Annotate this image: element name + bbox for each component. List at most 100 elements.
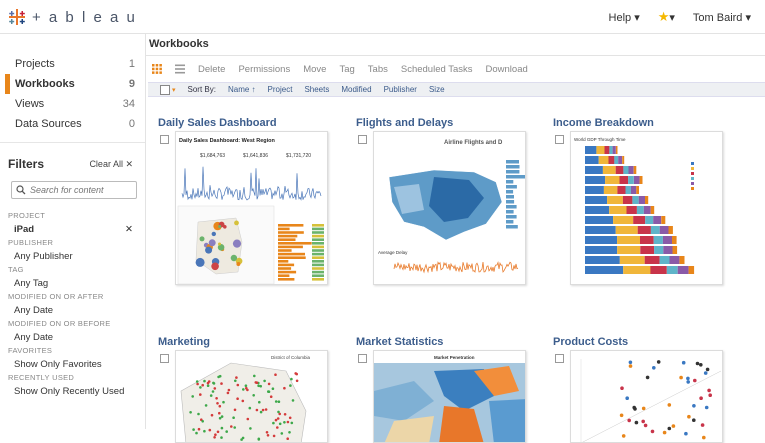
thumb-bar (659, 226, 669, 234)
thumb-bar (659, 256, 670, 264)
tag-button[interactable]: Tag (339, 64, 354, 75)
thumb-dot (230, 254, 238, 262)
thumb-dot (692, 418, 696, 422)
workbook-card-marketing[interactable]: Marketing District of Columbia (158, 336, 328, 443)
thumb-bar (312, 234, 324, 238)
workbook-checkbox[interactable] (160, 354, 169, 363)
favorites-menu[interactable]: ★▾ (658, 9, 675, 25)
search-box[interactable] (11, 181, 137, 199)
thumb-bar (677, 266, 689, 274)
thumb-bar (614, 156, 619, 164)
thumb-dot (199, 236, 205, 242)
thumb-dot (277, 410, 280, 414)
delete-button[interactable]: Delete (198, 64, 225, 75)
filter-modified-after-value[interactable]: Any Date (0, 301, 145, 319)
workbook-thumbnail[interactable]: Daily Sales Dashboard: West Region $1,68… (175, 131, 328, 285)
workbook-thumbnail[interactable]: World GDP Through Time (570, 131, 723, 285)
sort-modified[interactable]: Modified (341, 85, 371, 94)
thumb-bar (609, 146, 613, 154)
download-button[interactable]: Download (486, 64, 528, 75)
thumb-dot (276, 426, 279, 429)
thumb-bar (619, 256, 645, 264)
clear-all-button[interactable]: Clear All ✕ (89, 159, 133, 170)
thumb-dot (628, 360, 633, 365)
filter-project-value[interactable]: iPad ✕ (0, 220, 145, 238)
workbook-title[interactable]: Marketing (158, 336, 328, 350)
grid-view-icon[interactable] (152, 64, 162, 74)
nav-projects[interactable]: Projects 1 (0, 54, 145, 74)
help-menu[interactable]: Help ▾ (609, 11, 640, 24)
workbook-title[interactable]: Flights and Delays (356, 117, 526, 131)
thumb-bar (506, 210, 514, 214)
select-all-checkbox[interactable] (160, 84, 170, 95)
filter-tag-value[interactable]: Any Tag (0, 274, 145, 292)
filter-modified-before-value[interactable]: Any Date (0, 328, 145, 346)
search-input[interactable] (30, 185, 130, 195)
thumb-dot (257, 384, 260, 388)
thumb-dot (671, 424, 676, 428)
thumb-dot (208, 239, 216, 247)
workbook-thumbnail[interactable]: Airline Flights and D Average Delay (373, 131, 526, 285)
permissions-button[interactable]: Permissions (238, 64, 290, 75)
remove-filter-icon[interactable]: ✕ (125, 224, 133, 235)
sort-size[interactable]: Size (429, 85, 445, 94)
thumb-bar (688, 266, 695, 274)
thumb-dot (195, 380, 199, 383)
workbook-card-income[interactable]: Income Breakdown World GDP Through Time (553, 117, 723, 285)
filter-recent-value[interactable]: Show Only Recently Used (0, 382, 145, 400)
thumb-dot (218, 404, 222, 408)
workbook-card-flights[interactable]: Flights and Delays Airline Flights and D… (356, 117, 526, 285)
workbook-checkbox[interactable] (555, 135, 564, 144)
move-button[interactable]: Move (303, 64, 326, 75)
workbook-card-market-stats[interactable]: Market Statistics Market Penetration (356, 336, 526, 443)
thumb-bar (506, 190, 514, 194)
user-menu[interactable]: Tom Baird ▾ (693, 11, 751, 24)
filter-publisher-value[interactable]: Any Publisher (0, 247, 145, 265)
sort-project[interactable]: Project (268, 85, 293, 94)
workbook-checkbox[interactable] (358, 135, 367, 144)
thumb-bar (585, 216, 614, 224)
select-all-dropdown-icon[interactable]: ▾ (172, 86, 176, 94)
thumb-dot (253, 374, 256, 378)
sort-sheets[interactable]: Sheets (304, 85, 329, 94)
sort-publisher[interactable]: Publisher (384, 85, 417, 94)
workbook-checkbox[interactable] (358, 354, 367, 363)
filter-favorites-value[interactable]: Show Only Favorites (0, 355, 145, 373)
thumb-dot (220, 426, 224, 430)
workbook-thumbnail[interactable]: District of Columbia (175, 350, 328, 443)
thumb-legend-swatch (691, 172, 694, 175)
workbook-title[interactable]: Daily Sales Dashboard (158, 117, 328, 131)
thumb-dot (196, 382, 199, 386)
workbook-card-product-costs[interactable]: Product Costs (553, 336, 723, 443)
workbook-checkbox[interactable] (160, 135, 169, 144)
workbook-title[interactable]: Market Statistics (356, 336, 526, 350)
workbook-checkbox[interactable] (555, 354, 564, 363)
thumb-dot (271, 387, 275, 390)
thumb-bar (630, 186, 637, 194)
workbook-title[interactable]: Product Costs (553, 336, 723, 350)
nav-workbooks[interactable]: Workbooks 9 (0, 74, 145, 94)
thumb-dot (227, 388, 231, 392)
thumb-legend-swatch (691, 177, 694, 180)
nav-views[interactable]: Views 34 (0, 94, 145, 114)
thumb-dot (241, 399, 245, 403)
scheduled-tasks-button[interactable]: Scheduled Tasks (401, 64, 473, 75)
thumb-dot (274, 400, 278, 403)
tabs-button[interactable]: Tabs (368, 64, 388, 75)
nav-data-sources[interactable]: Data Sources 0 (0, 114, 145, 134)
thumb-dot (265, 431, 269, 434)
workbook-thumbnail[interactable]: Market Penetration (373, 350, 526, 443)
list-view-icon[interactable] (175, 64, 185, 74)
workbook-card-daily-sales[interactable]: Daily Sales Dashboard Daily Sales Dashbo… (158, 117, 328, 285)
thumb-bar (653, 216, 662, 224)
workbook-title[interactable]: Income Breakdown (553, 117, 723, 131)
thumb-bar (506, 185, 517, 189)
thumb-dot (216, 430, 220, 434)
sidebar: Projects 1 Workbooks 9 Views 34 Data Source… (0, 34, 146, 429)
thumb-dot (295, 379, 299, 383)
sort-name[interactable]: Name ↑ (228, 85, 256, 94)
workbook-thumbnail[interactable] (570, 350, 723, 443)
thumb-bar (506, 195, 514, 199)
tableau-logo[interactable]: + a b l e a u (8, 8, 137, 26)
thumb-bar (278, 270, 297, 274)
